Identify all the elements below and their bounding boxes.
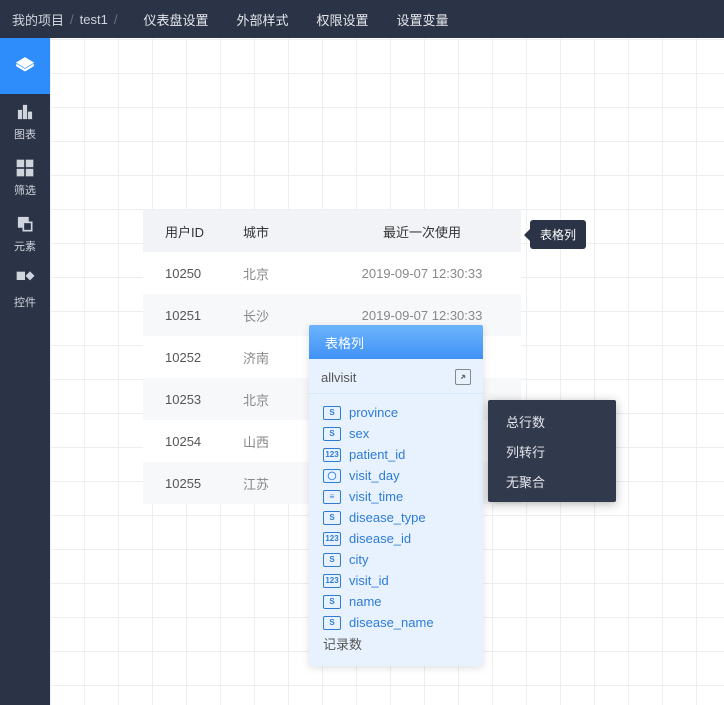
field-name: disease_name bbox=[349, 615, 434, 630]
type-number-icon: 123 bbox=[323, 574, 341, 588]
type-string-icon: S bbox=[323, 595, 341, 609]
field-item[interactable]: Sprovince bbox=[309, 402, 483, 423]
topbar: 我的项目 / test1 / 仪表盘设置 外部样式 权限设置 设置变量 bbox=[0, 0, 724, 38]
sidebar-item-filter[interactable]: 筛选 bbox=[0, 150, 50, 206]
layers-icon bbox=[15, 56, 35, 76]
cell-id: 10253 bbox=[143, 392, 233, 407]
type-number-icon: 123 bbox=[323, 532, 341, 546]
cell-time: 2019-09-07 12:30:33 bbox=[323, 266, 521, 281]
field-list: Sprovince Ssex 123patient_id ◯visit_day … bbox=[309, 394, 483, 666]
menu-item-total-rows[interactable]: 总行数 bbox=[488, 406, 616, 436]
sidebar-label: 元素 bbox=[14, 238, 36, 254]
field-name: visit_day bbox=[349, 468, 400, 483]
nav-dashboard-settings[interactable]: 仪表盘设置 bbox=[143, 10, 208, 29]
nav-permission[interactable]: 权限设置 bbox=[316, 10, 368, 29]
cell-id: 10254 bbox=[143, 434, 233, 449]
type-string-icon: S bbox=[323, 553, 341, 567]
breadcrumb-current[interactable]: test1 bbox=[80, 12, 108, 27]
canvas[interactable]: 用户ID 城市 最近一次使用 10250 北京 2019-09-07 12:30… bbox=[50, 38, 724, 705]
sidebar-label: 控件 bbox=[14, 294, 36, 310]
datasource-row[interactable]: allvisit bbox=[309, 359, 483, 394]
field-name: patient_id bbox=[349, 447, 405, 462]
field-name: city bbox=[349, 552, 369, 567]
aggregate-context-menu: 总行数 列转行 无聚合 bbox=[488, 400, 616, 502]
nav-variable[interactable]: 设置变量 bbox=[397, 10, 449, 29]
col-header-city[interactable]: 城市 bbox=[233, 222, 323, 241]
chart-icon bbox=[15, 102, 35, 122]
topnav: 仪表盘设置 外部样式 权限设置 设置变量 bbox=[143, 10, 448, 29]
sidebar: 图表 筛选 元素 控件 bbox=[0, 38, 50, 705]
field-picker-dropdown: 表格列 allvisit Sprovince Ssex 123 patient_i… bbox=[309, 325, 483, 666]
cell-city: 北京 bbox=[233, 264, 323, 283]
menu-item-no-aggregate[interactable]: 无聚合 bbox=[488, 466, 616, 496]
widget-icon bbox=[15, 270, 35, 290]
field-item[interactable]: ≡ visit_time bbox=[309, 486, 483, 507]
field-item[interactable]: Scity bbox=[309, 549, 483, 570]
field-name: visit_time bbox=[349, 489, 403, 504]
field-item[interactable]: Sname bbox=[309, 591, 483, 612]
sidebar-item-layers[interactable] bbox=[0, 38, 50, 94]
menu-item-col-to-row[interactable]: 列转行 bbox=[488, 436, 616, 466]
type-time-icon: ≡ bbox=[323, 490, 341, 504]
field-item-count[interactable]: 记录数 bbox=[309, 633, 483, 654]
field-item[interactable]: ◯ visit_day bbox=[309, 465, 483, 486]
field-item[interactable]: 123 disease_id bbox=[309, 528, 483, 549]
breadcrumb-sep: / bbox=[114, 12, 118, 27]
sidebar-item-chart[interactable]: 图表 bbox=[0, 94, 50, 150]
field-item[interactable]: Sdisease_name bbox=[309, 612, 483, 633]
type-string-icon: S bbox=[323, 616, 341, 630]
field-item[interactable]: Sdisease_type bbox=[309, 507, 483, 528]
sidebar-item-widget[interactable]: 控件 bbox=[0, 262, 50, 318]
col-header-lastuse[interactable]: 最近一次使用 bbox=[323, 222, 521, 241]
breadcrumb-root[interactable]: 我的项目 bbox=[12, 10, 64, 29]
type-number-icon: 123 bbox=[323, 448, 341, 462]
element-icon bbox=[15, 214, 35, 234]
cell-id: 10250 bbox=[143, 266, 233, 281]
cell-time: 2019-09-07 12:30:33 bbox=[323, 308, 521, 323]
type-date-icon: ◯ bbox=[323, 469, 341, 483]
field-name: visit_id bbox=[349, 573, 389, 588]
breadcrumb-sep: / bbox=[70, 12, 74, 27]
cell-city: 长沙 bbox=[233, 306, 323, 325]
sidebar-label: 图表 bbox=[14, 126, 36, 142]
tooltip-table-column: 表格列 bbox=[530, 220, 586, 249]
dropdown-title: 表格列 bbox=[309, 325, 483, 359]
expand-icon[interactable] bbox=[455, 369, 471, 385]
field-name: sex bbox=[349, 426, 369, 441]
type-string-icon: S bbox=[323, 511, 341, 525]
cell-id: 10255 bbox=[143, 476, 233, 491]
nav-external-style[interactable]: 外部样式 bbox=[236, 10, 288, 29]
cell-id: 10251 bbox=[143, 308, 233, 323]
type-string-icon: S bbox=[323, 406, 341, 420]
sidebar-label: 筛选 bbox=[14, 182, 36, 198]
tooltip-text: 表格列 bbox=[540, 228, 576, 242]
field-name: 记录数 bbox=[323, 634, 362, 653]
filter-icon bbox=[15, 158, 35, 178]
datasource-name: allvisit bbox=[321, 370, 356, 385]
field-item[interactable]: 123 visit_id bbox=[309, 570, 483, 591]
field-name: province bbox=[349, 405, 398, 420]
field-name: name bbox=[349, 594, 382, 609]
field-name: disease_id bbox=[349, 531, 411, 546]
type-string-icon: S bbox=[323, 427, 341, 441]
field-item[interactable]: Ssex bbox=[309, 423, 483, 444]
field-name: disease_type bbox=[349, 510, 426, 525]
table-row: 10250 北京 2019-09-07 12:30:33 bbox=[143, 252, 521, 294]
field-item[interactable]: 123 patient_id bbox=[309, 444, 483, 465]
sidebar-item-element[interactable]: 元素 bbox=[0, 206, 50, 262]
col-header-userid[interactable]: 用户ID bbox=[143, 222, 233, 241]
cell-id: 10252 bbox=[143, 350, 233, 365]
table-header: 用户ID 城市 最近一次使用 bbox=[143, 210, 521, 252]
